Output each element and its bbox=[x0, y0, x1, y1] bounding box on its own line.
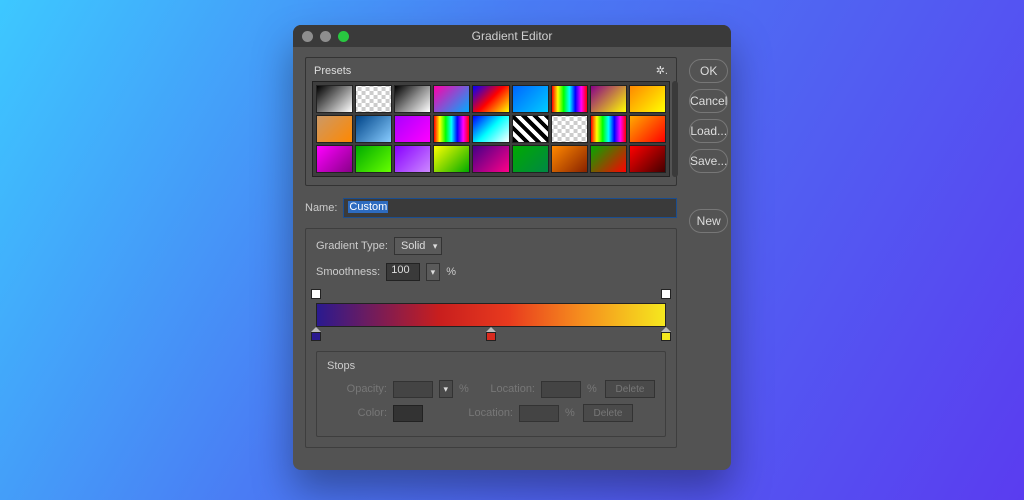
preset-swatch[interactable] bbox=[590, 145, 627, 173]
preset-scrollbar[interactable] bbox=[672, 81, 678, 177]
color-label: Color: bbox=[327, 407, 387, 419]
smoothness-label: Smoothness: bbox=[316, 266, 380, 278]
preset-swatch[interactable] bbox=[355, 85, 392, 113]
preset-swatch[interactable] bbox=[629, 115, 666, 143]
preset-swatch[interactable] bbox=[551, 115, 588, 143]
preset-swatch[interactable] bbox=[433, 115, 470, 143]
preset-swatch[interactable] bbox=[472, 145, 509, 173]
preset-swatch[interactable] bbox=[433, 85, 470, 113]
ok-button[interactable]: OK bbox=[689, 59, 728, 83]
preset-swatch[interactable] bbox=[472, 115, 509, 143]
opacity-delete-button: Delete bbox=[605, 380, 655, 398]
gradient-type-select[interactable]: Solid bbox=[394, 237, 442, 255]
preset-swatch[interactable] bbox=[472, 85, 509, 113]
preset-swatch[interactable] bbox=[316, 115, 353, 143]
preset-swatch[interactable] bbox=[590, 115, 627, 143]
opacity-stop[interactable] bbox=[661, 289, 671, 301]
opacity-unit: % bbox=[459, 383, 471, 395]
color-stop[interactable] bbox=[311, 327, 321, 341]
color-stop[interactable] bbox=[661, 327, 671, 341]
load-button[interactable]: Load... bbox=[689, 119, 728, 143]
opacity-input bbox=[393, 381, 433, 398]
preset-swatch[interactable] bbox=[394, 145, 431, 173]
gradient-ramp bbox=[316, 289, 666, 341]
window-title: Gradient Editor bbox=[293, 29, 731, 43]
opacity-location-label: Location: bbox=[477, 383, 535, 395]
opacity-location-unit: % bbox=[587, 383, 599, 395]
new-button[interactable]: New bbox=[689, 209, 728, 233]
gradient-bar[interactable] bbox=[316, 303, 666, 327]
smoothness-dropdown[interactable] bbox=[426, 263, 440, 281]
titlebar: Gradient Editor bbox=[293, 25, 731, 47]
preset-swatch[interactable] bbox=[629, 85, 666, 113]
color-location-input bbox=[519, 405, 559, 422]
cancel-button[interactable]: Cancel bbox=[689, 89, 728, 113]
presets-panel: Presets ✲. bbox=[305, 57, 677, 186]
name-label: Name: bbox=[305, 202, 337, 214]
opacity-label: Opacity: bbox=[327, 383, 387, 395]
preset-swatch[interactable] bbox=[316, 145, 353, 173]
color-location-label: Location: bbox=[455, 407, 513, 419]
color-swatch bbox=[393, 405, 423, 422]
preset-swatch[interactable] bbox=[355, 115, 392, 143]
opacity-stop[interactable] bbox=[311, 289, 321, 301]
stops-title: Stops bbox=[327, 360, 655, 372]
color-location-unit: % bbox=[565, 407, 577, 419]
save-button[interactable]: Save... bbox=[689, 149, 728, 173]
preset-swatch[interactable] bbox=[629, 145, 666, 173]
preset-swatch[interactable] bbox=[394, 85, 431, 113]
preset-swatch[interactable] bbox=[394, 115, 431, 143]
preset-swatch[interactable] bbox=[551, 145, 588, 173]
stops-panel: Stops Opacity: % Location: % Delete Colo… bbox=[316, 351, 666, 437]
preset-swatch[interactable] bbox=[355, 145, 392, 173]
name-input[interactable]: Custom bbox=[343, 198, 677, 218]
color-delete-button: Delete bbox=[583, 404, 633, 422]
opacity-dropdown bbox=[439, 380, 453, 398]
preset-swatch[interactable] bbox=[512, 145, 549, 173]
gradient-editor-window: Gradient Editor Presets ✲. Name: Custom bbox=[293, 25, 731, 470]
gradient-type-label: Gradient Type: bbox=[316, 240, 388, 252]
preset-swatch[interactable] bbox=[512, 115, 549, 143]
preset-swatch-grid bbox=[312, 81, 670, 177]
preset-swatch[interactable] bbox=[433, 145, 470, 173]
opacity-location-input bbox=[541, 381, 581, 398]
color-stop[interactable] bbox=[486, 327, 496, 341]
gear-icon[interactable]: ✲. bbox=[656, 64, 668, 77]
preset-swatch[interactable] bbox=[316, 85, 353, 113]
preset-swatch[interactable] bbox=[551, 85, 588, 113]
preset-swatch[interactable] bbox=[512, 85, 549, 113]
preset-swatch[interactable] bbox=[590, 85, 627, 113]
presets-label: Presets bbox=[314, 65, 351, 77]
smoothness-input[interactable]: 100 bbox=[386, 263, 420, 281]
smoothness-unit: % bbox=[446, 266, 456, 278]
